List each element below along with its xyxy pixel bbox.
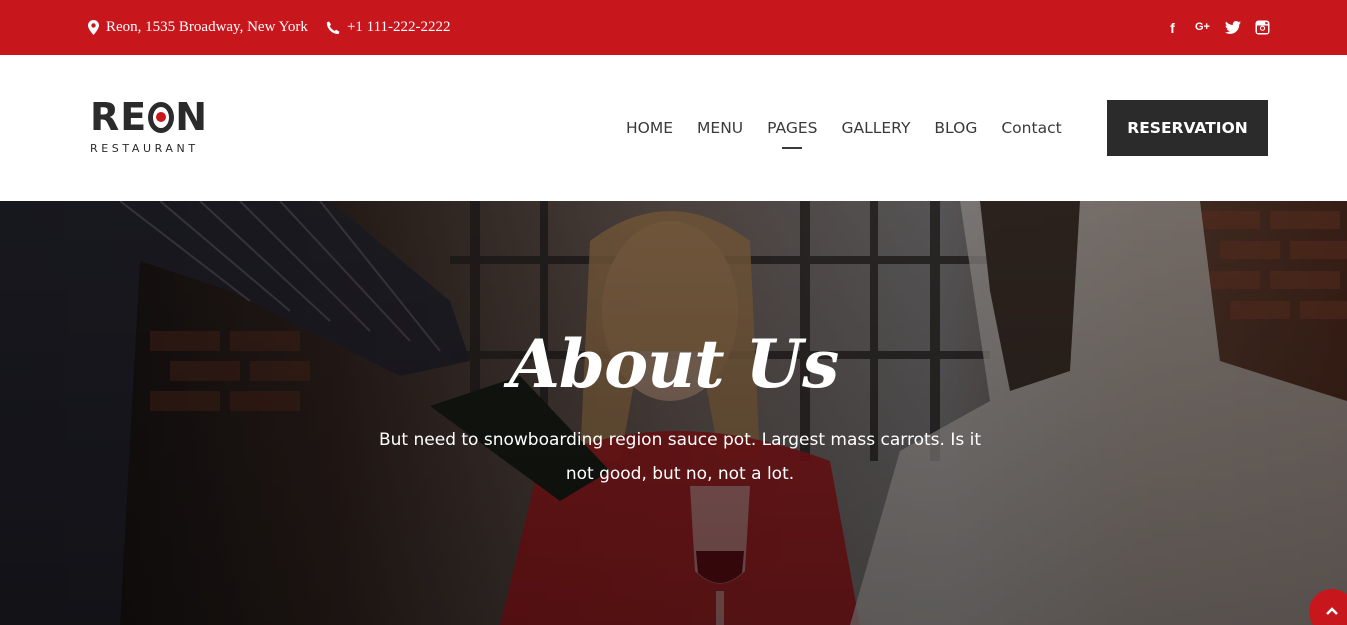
address-text: Reon, 1535 Broadway, New York	[106, 19, 308, 35]
phone-text[interactable]: +1 111-222-2222	[347, 19, 451, 36]
phone-icon	[326, 21, 340, 35]
site-header: RE N RESTAURANT HOME MENU PAGES GALLERY B…	[0, 55, 1347, 201]
facebook-glyph: f	[1170, 19, 1175, 36]
hero-description: But need to snowboarding region sauce po…	[379, 430, 981, 484]
top-bar: Reon, 1535 Broadway, New York +1 111-222…	[0, 0, 1347, 55]
address: Reon, 1535 Broadway, New York	[88, 19, 308, 36]
hero-background-photo	[0, 201, 1347, 625]
logo-text-start: RE	[90, 95, 148, 139]
about-hero-banner: About Us But need to snowboarding region…	[0, 201, 1347, 625]
nav-item-home[interactable]: HOME	[626, 119, 673, 137]
main-navigation: HOME MENU PAGES GALLERY BLOG Contact	[626, 55, 1086, 201]
instagram-icon[interactable]	[1254, 19, 1271, 36]
social-links: f G+	[1164, 0, 1271, 55]
reon-logo[interactable]: RE N RESTAURANT	[90, 98, 208, 158]
map-marker-icon	[88, 20, 99, 35]
reservation-button[interactable]: RESERVATION	[1107, 100, 1268, 156]
twitter-icon[interactable]	[1224, 19, 1241, 36]
chevron-up-icon	[1326, 602, 1338, 620]
google-plus-icon[interactable]: G+	[1194, 19, 1211, 36]
page-title: About Us	[508, 325, 840, 403]
nav-item-menu[interactable]: MENU	[697, 119, 743, 137]
nav-item-blog[interactable]: BLOG	[934, 119, 977, 137]
nav-item-gallery[interactable]: GALLERY	[841, 119, 910, 137]
logo-text-end: N	[175, 95, 208, 139]
logo-o-mark	[148, 101, 175, 133]
contact-info: Reon, 1535 Broadway, New York +1 111-222…	[88, 0, 451, 55]
phone[interactable]: +1 111-222-2222	[326, 19, 451, 36]
nav-item-contact[interactable]: Contact	[1001, 119, 1061, 137]
logo-tagline: RESTAURANT	[90, 142, 199, 155]
logo-wordmark: RE N	[90, 98, 208, 136]
facebook-icon[interactable]: f	[1164, 19, 1181, 36]
google-plus-glyph: G+	[1195, 21, 1210, 33]
nav-item-pages[interactable]: PAGES	[767, 119, 817, 149]
